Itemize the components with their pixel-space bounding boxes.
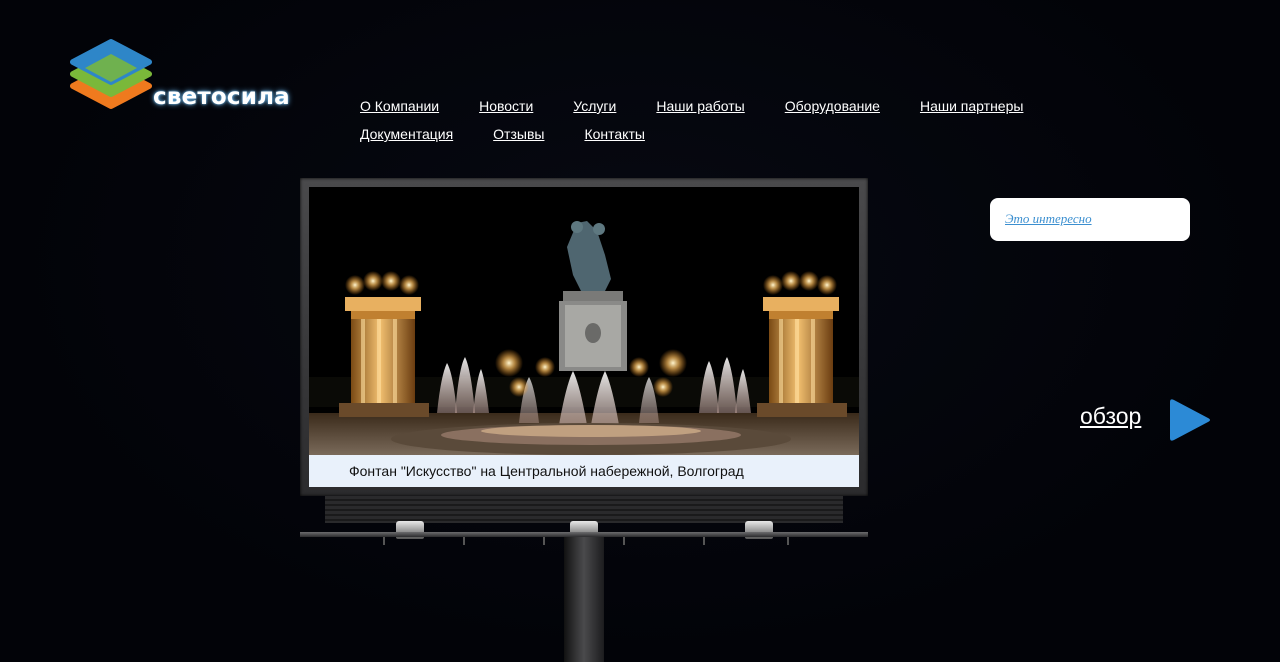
nav-link-company[interactable]: О Компании	[360, 98, 439, 114]
billboard-frame: Фонтан "Искусство" на Центральной набере…	[300, 178, 868, 496]
nav-row-1: О Компании Новости Услуги Наши работы Об…	[360, 92, 1080, 120]
billboard: Фонтан "Искусство" на Центральной набере…	[300, 178, 868, 662]
interesting-link[interactable]: Это интересно	[1005, 211, 1092, 227]
nav-link-contacts[interactable]: Контакты	[584, 126, 644, 142]
nav-row-2: Документация Отзывы Контакты	[360, 120, 1080, 148]
overview-label[interactable]: обзор	[1080, 403, 1141, 430]
billboard-base	[325, 496, 843, 523]
billboard-pin	[623, 537, 625, 545]
logo[interactable]: светосила	[70, 38, 300, 118]
logo-icon	[70, 39, 152, 109]
nav-link-news[interactable]: Новости	[479, 98, 533, 114]
interesting-box: Это интересно	[990, 198, 1190, 241]
nav-link-services[interactable]: Услуги	[573, 98, 616, 114]
nav-link-works[interactable]: Наши работы	[656, 98, 744, 114]
page: светосила О Компании Новости Услуги Наши…	[0, 0, 1280, 662]
nav-link-equipment[interactable]: Оборудование	[785, 98, 880, 114]
main-nav: О Компании Новости Услуги Наши работы Об…	[360, 92, 1080, 148]
billboard-pin	[787, 537, 789, 545]
overview-button[interactable]: обзор	[1080, 396, 1220, 446]
billboard-caption: Фонтан "Искусство" на Центральной набере…	[309, 455, 859, 487]
billboard-pin	[543, 537, 545, 545]
billboard-pin	[463, 537, 465, 545]
billboard-screen: Фонтан "Искусство" на Центральной набере…	[309, 187, 859, 487]
nav-link-partners[interactable]: Наши партнеры	[920, 98, 1023, 114]
fountain-photo	[309, 187, 859, 455]
play-arrow-icon[interactable]	[1168, 396, 1212, 444]
logo-text: светосила	[153, 84, 290, 110]
billboard-pole	[564, 537, 604, 662]
billboard-pin	[383, 537, 385, 545]
billboard-pin	[703, 537, 705, 545]
nav-link-documentation[interactable]: Документация	[360, 126, 453, 142]
nav-link-reviews[interactable]: Отзывы	[493, 126, 544, 142]
